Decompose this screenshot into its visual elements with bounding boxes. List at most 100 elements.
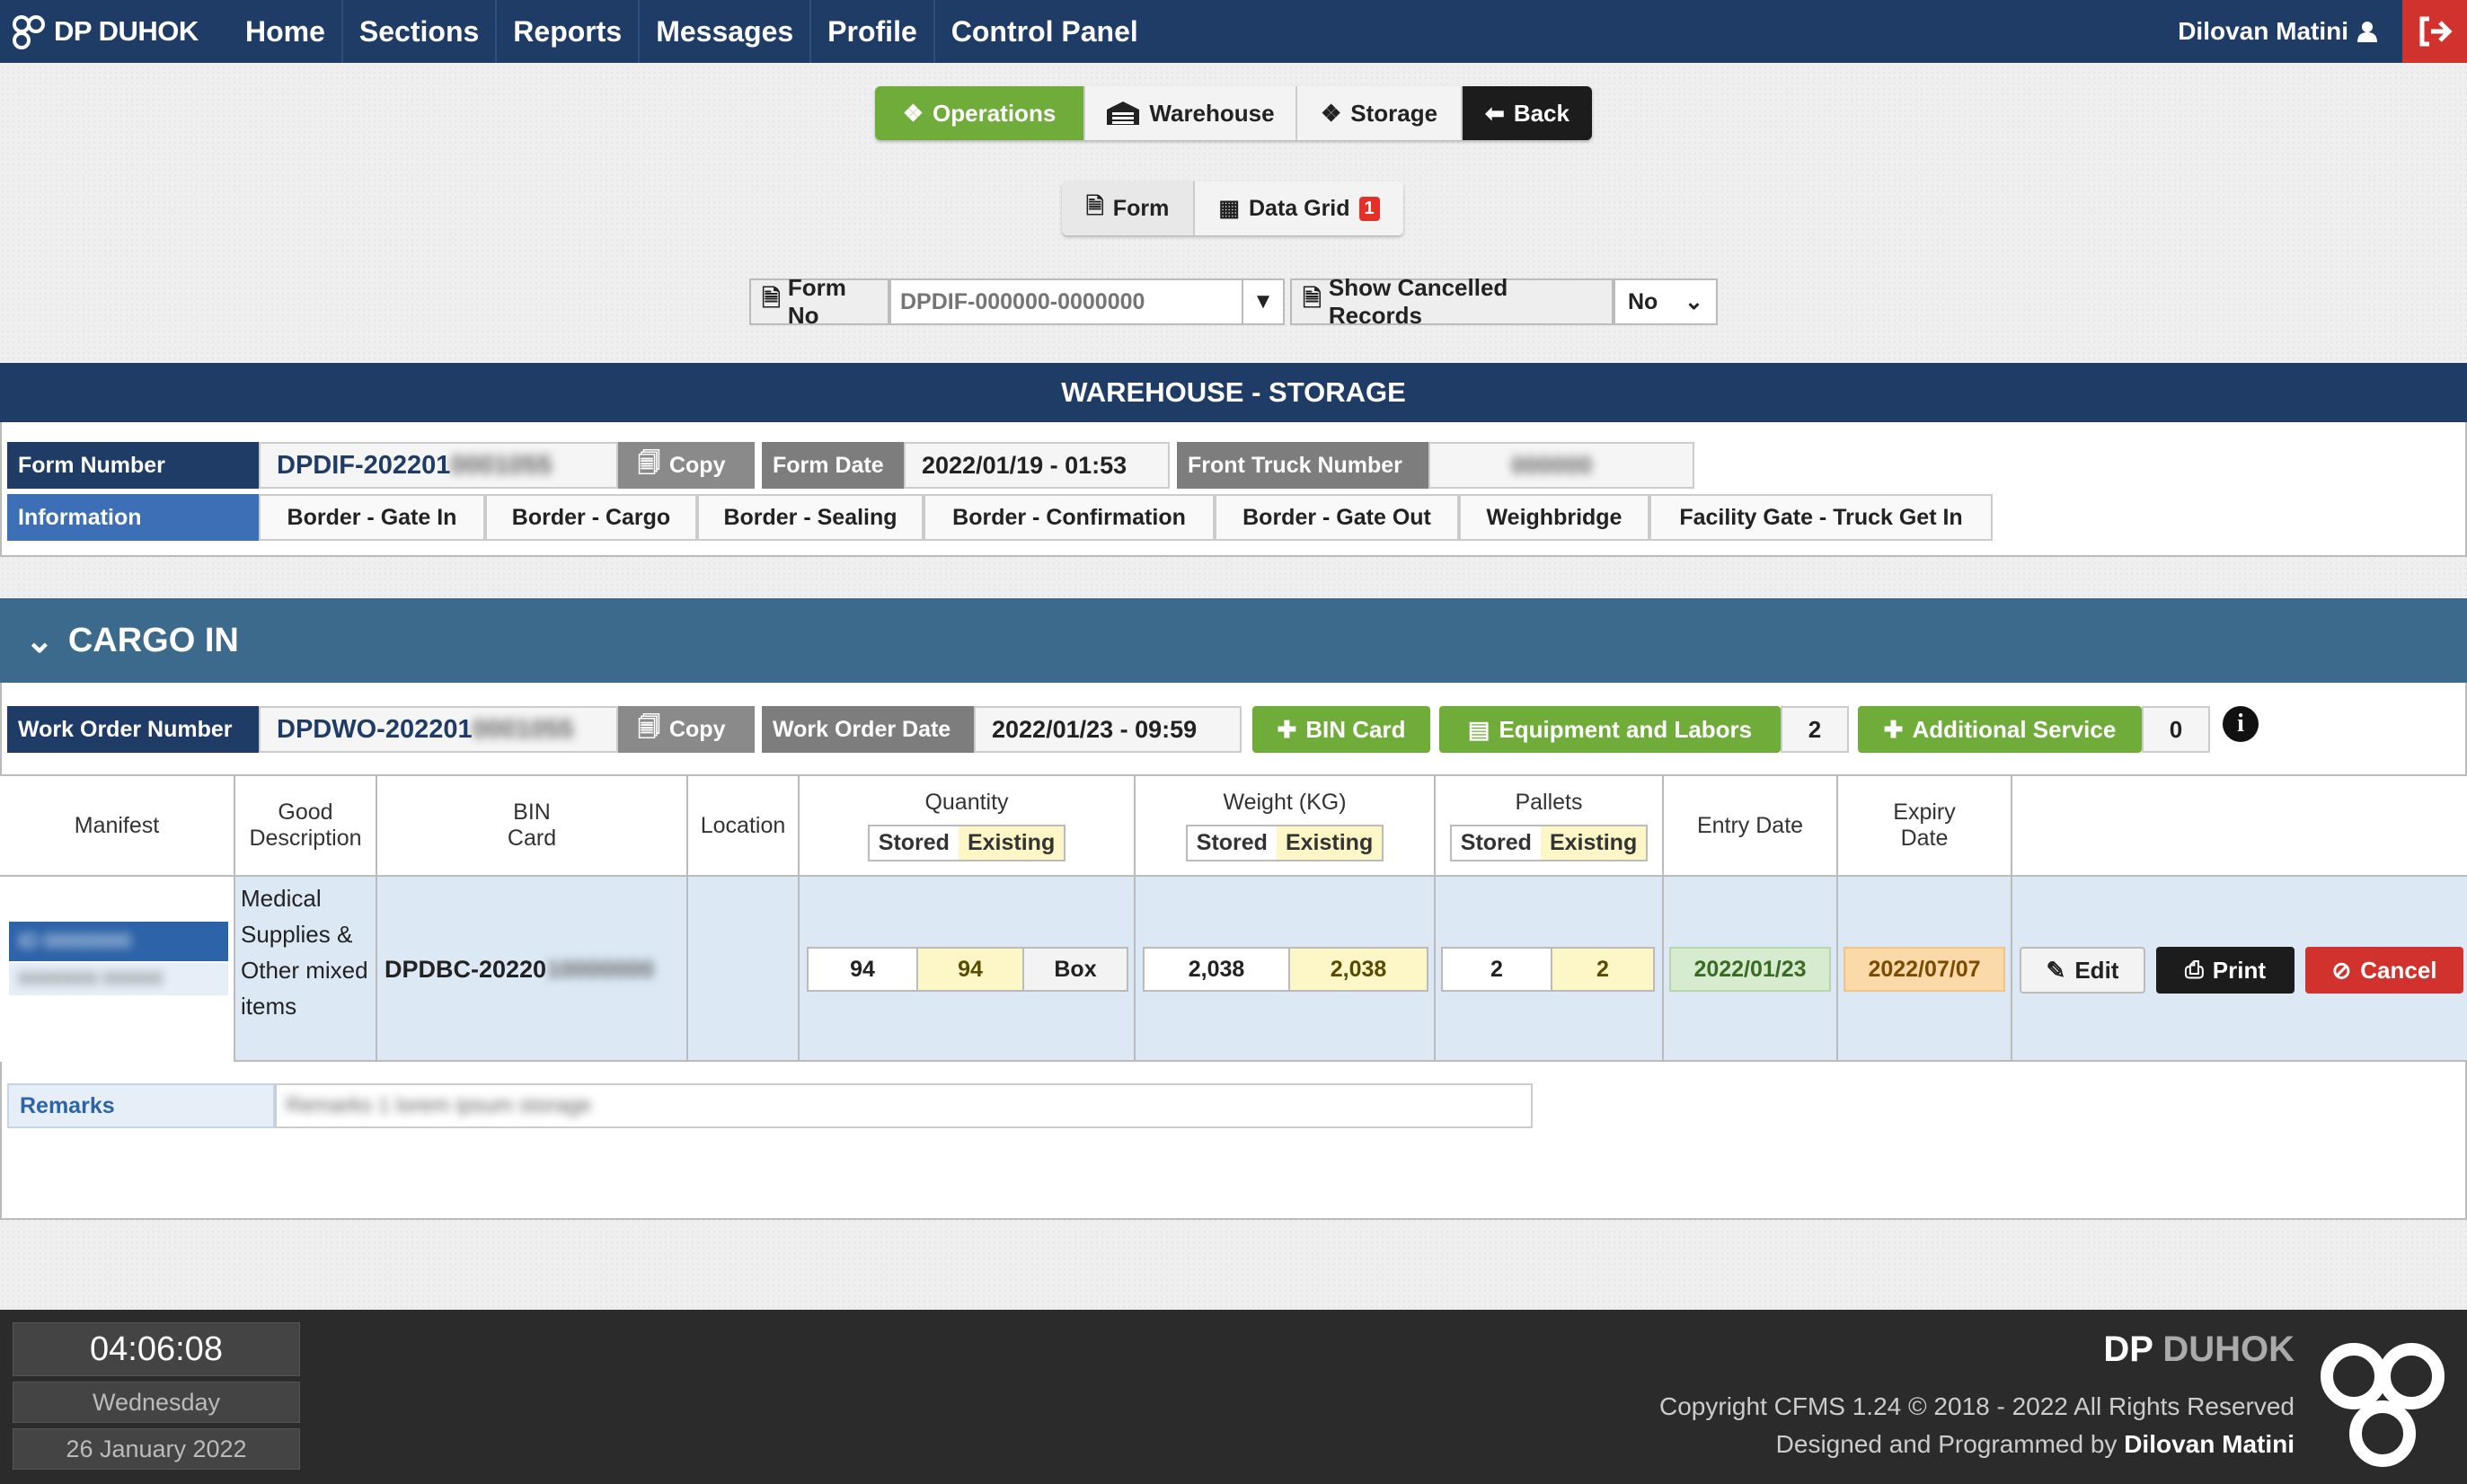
- file-icon: 🗎: [1303, 285, 1322, 312]
- form-date-value: 2022/01/19 - 01:53: [904, 442, 1170, 489]
- weight-existing: 2,038: [1288, 947, 1428, 992]
- bin-card-cell[interactable]: DPDBC-20220 10000000: [377, 877, 688, 1062]
- form-no-input[interactable]: [891, 281, 1242, 322]
- col-pallets: Pallets Stored Existing: [1436, 774, 1664, 877]
- chevron-down-icon: ⌄: [1684, 289, 1703, 314]
- manifest-chip[interactable]: ID 00000000: [9, 922, 228, 961]
- additional-service-count: 0: [2142, 706, 2210, 753]
- location-cell: [688, 877, 800, 1062]
- copy-form-number-button[interactable]: 🗐 Copy: [618, 442, 755, 489]
- print-button[interactable]: ⎙ Print: [2156, 947, 2295, 994]
- copy-work-order-button[interactable]: 🗐 Copy: [618, 706, 755, 753]
- dp-logo-icon: [13, 15, 45, 49]
- warehouse-header: WAREHOUSE - STORAGE: [0, 363, 2467, 422]
- storage-button[interactable]: ❖ Storage: [1297, 86, 1463, 140]
- quantity-legend: Stored Existing: [867, 825, 1066, 861]
- user-name: Dilovan Matini: [2178, 17, 2348, 45]
- brand-logo[interactable]: DP DUHOK: [11, 7, 199, 56]
- view-buttons: 🗎 Form ▦ Data Grid 1: [1062, 181, 1403, 235]
- back-button[interactable]: ⬅ Back: [1463, 86, 1592, 140]
- tab-border-gate-in[interactable]: Border - Gate In: [259, 494, 485, 541]
- warehouse-icon: [1107, 102, 1140, 125]
- print-icon: ⎙: [2184, 956, 2204, 983]
- warehouse-button[interactable]: Warehouse: [1085, 86, 1297, 140]
- operations-button[interactable]: ❖ Operations: [875, 86, 1085, 140]
- menu-sections[interactable]: Sections: [343, 0, 498, 63]
- manifest-cell: ID 00000000 00000000 000000: [0, 877, 235, 1062]
- data-grid-button[interactable]: ▦ Data Grid 1: [1195, 181, 1403, 235]
- pallets-stored: 2: [1441, 947, 1552, 992]
- tab-facility-gate-truck-get-in[interactable]: Facility Gate - Truck Get In: [1649, 494, 1993, 541]
- good-description-cell: Medical Supplies & Other mixed items: [235, 877, 377, 1062]
- quantity-cell: 94 94 Box: [800, 877, 1136, 1062]
- expiry-date-cell: 2022/07/07: [1838, 877, 2012, 1062]
- col-location: Location: [688, 774, 800, 877]
- pallets-existing: 2: [1551, 947, 1655, 992]
- col-expiry-date: Expiry Date: [1838, 774, 2012, 877]
- tab-border-confirmation[interactable]: Border - Confirmation: [924, 494, 1215, 541]
- equipment-labors-button[interactable]: ▤ Equipment and Labors: [1439, 706, 1781, 753]
- front-truck-value: 000000: [1428, 442, 1694, 489]
- entry-date-value: 2022/01/23: [1669, 947, 1831, 992]
- cargo-in-header[interactable]: ⌄ CARGO IN: [0, 598, 2467, 683]
- expiry-date-value: 2022/07/07: [1844, 947, 2005, 992]
- bin-card-button[interactable]: ✚ BIN Card: [1252, 706, 1430, 753]
- tab-weighbridge[interactable]: Weighbridge: [1459, 494, 1649, 541]
- ban-icon: ⊘: [2331, 956, 2352, 984]
- tab-border-sealing[interactable]: Border - Sealing: [697, 494, 924, 541]
- form-number-label: Form Number: [7, 442, 259, 489]
- footer: 04:06:08 Wednesday 26 January 2022 DP DU…: [0, 1310, 2467, 1484]
- cubes-icon: ❖: [1320, 99, 1342, 127]
- caret-down-icon: ▼: [1252, 289, 1274, 314]
- edit-button[interactable]: ✎ Edit: [2020, 947, 2145, 994]
- file-icon: 🗎: [1085, 193, 1104, 219]
- show-cancelled-select[interactable]: No ⌄: [1614, 278, 1718, 325]
- work-order-date-label: Work Order Date: [762, 706, 974, 753]
- menu-reports[interactable]: Reports: [497, 0, 641, 63]
- footer-brand: DP DUHOK: [2103, 1329, 2295, 1369]
- qty-unit: Box: [1022, 947, 1128, 992]
- clock-time: 04:06:08: [13, 1322, 300, 1376]
- weight-stored: 2,038: [1143, 947, 1290, 992]
- user-menu[interactable]: Dilovan Matini: [2178, 0, 2377, 63]
- file-icon: 🗎: [762, 285, 781, 312]
- cubes-icon: ❖: [902, 99, 924, 127]
- form-view-button[interactable]: 🗎 Form: [1062, 181, 1195, 235]
- information-label: Information: [7, 494, 259, 541]
- col-good-description: Good Description: [235, 774, 377, 877]
- dropdown-toggle[interactable]: ▼: [1242, 280, 1283, 323]
- menu-home[interactable]: Home: [229, 0, 343, 63]
- brand-name: DP DUHOK: [54, 15, 199, 47]
- weight-cell: 2,038 2,038: [1136, 877, 1436, 1062]
- remarks-label: Remarks: [7, 1083, 275, 1128]
- entry-date-cell: 2022/01/23: [1664, 877, 1838, 1062]
- form-number-value: DPDIF-202201 0001055: [259, 442, 618, 489]
- form-no-label: 🗎 Form No: [749, 274, 889, 329]
- remarks-field[interactable]: Remarks 1 lorem ipsum storage: [275, 1083, 1533, 1128]
- info-icon[interactable]: i: [2223, 706, 2259, 742]
- tab-border-cargo[interactable]: Border - Cargo: [485, 494, 697, 541]
- menu-control-panel[interactable]: Control Panel: [935, 0, 1154, 63]
- cancel-button[interactable]: ⊘ Cancel: [2305, 947, 2463, 994]
- plus-icon: ✚: [1277, 715, 1297, 743]
- menu-profile[interactable]: Profile: [811, 0, 935, 63]
- col-quantity: Quantity Stored Existing: [800, 774, 1136, 877]
- footer-designed: Designed and Programmed by Dilovan Matin…: [1775, 1430, 2295, 1458]
- col-manifest: Manifest: [0, 774, 235, 877]
- logout-button[interactable]: [2402, 0, 2467, 63]
- sign-out-icon: [2419, 16, 2453, 47]
- user-icon: [2357, 22, 2377, 42]
- additional-service-button[interactable]: ✚ Additional Service: [1858, 706, 2142, 753]
- angle-double-down-icon: ⌄: [25, 622, 54, 660]
- copy-icon: 🗐: [638, 450, 660, 476]
- qty-existing: 94: [916, 947, 1024, 992]
- form-date-label: Form Date: [762, 442, 904, 489]
- tab-border-gate-out[interactable]: Border - Gate Out: [1215, 494, 1459, 541]
- form-no-field[interactable]: ▼: [889, 278, 1285, 325]
- data-grid-badge: 1: [1358, 196, 1380, 221]
- clock-date: 26 January 2022: [13, 1428, 300, 1470]
- menu-messages[interactable]: Messages: [640, 0, 812, 63]
- top-navbar: DP DUHOK Home Sections Reports Messages …: [0, 0, 2467, 63]
- show-cancelled-label: 🗎 Show Cancelled Records: [1290, 274, 1614, 329]
- dp-logo-icon: [2321, 1343, 2445, 1467]
